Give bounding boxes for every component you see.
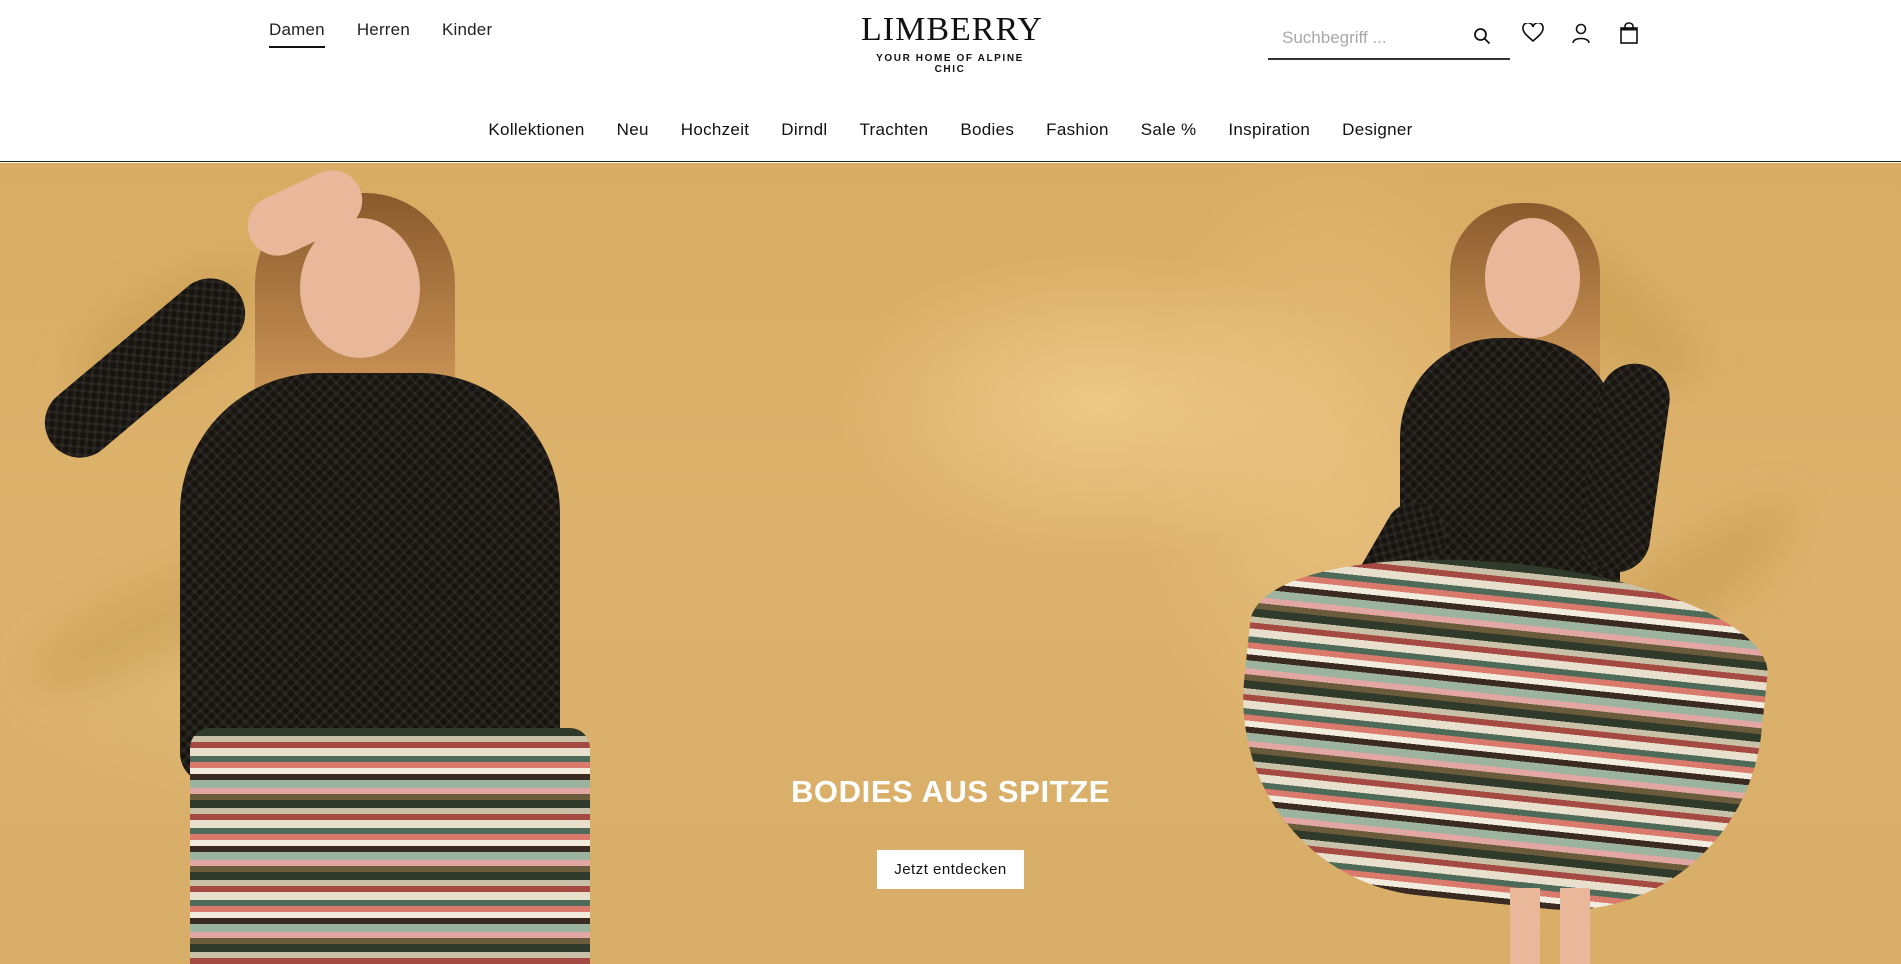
- main-nav-kollektionen[interactable]: Kollektionen: [488, 120, 584, 140]
- heart-icon[interactable]: [1520, 20, 1546, 46]
- main-nav-sale[interactable]: Sale %: [1141, 120, 1197, 140]
- main-nav-inspiration[interactable]: Inspiration: [1228, 120, 1310, 140]
- search-bar: [1268, 18, 1510, 60]
- main-nav-trachten[interactable]: Trachten: [860, 120, 929, 140]
- logo-tagline: YOUR HOME OF ALPINE CHIC: [876, 53, 1024, 75]
- logo[interactable]: LIMBERRY YOUR HOME OF ALPINE CHIC: [861, 11, 1043, 76]
- main-nav: Kollektionen Neu Hochzeit Dirndl Trachte…: [0, 120, 1901, 140]
- main-nav-neu[interactable]: Neu: [617, 120, 649, 140]
- logo-name: LIMBERRY: [861, 11, 1043, 48]
- main-nav-designer[interactable]: Designer: [1342, 120, 1412, 140]
- header-icons: [1520, 20, 1642, 46]
- main-nav-bodies[interactable]: Bodies: [960, 120, 1014, 140]
- hero-cta-button[interactable]: Jetzt entdecken: [877, 850, 1024, 889]
- main-nav-dirndl[interactable]: Dirndl: [781, 120, 827, 140]
- search-input[interactable]: [1268, 23, 1458, 53]
- shopping-bag-icon[interactable]: [1616, 20, 1642, 46]
- gender-nav-damen[interactable]: Damen: [269, 20, 325, 48]
- hero-title: BODIES AUS SPITZE: [790, 774, 1111, 809]
- main-nav-hochzeit[interactable]: Hochzeit: [681, 120, 750, 140]
- hero-content: BODIES AUS SPITZE Jetzt entdecken: [0, 774, 1901, 889]
- gender-nav-kinder[interactable]: Kinder: [442, 20, 492, 48]
- site-header: Damen Herren Kinder LIMBERRY YOUR HOME O…: [0, 0, 1901, 162]
- gender-nav-herren[interactable]: Herren: [357, 20, 410, 48]
- hero-banner[interactable]: BODIES AUS SPITZE Jetzt entdecken: [0, 163, 1901, 964]
- gender-nav: Damen Herren Kinder: [269, 20, 492, 48]
- main-nav-fashion[interactable]: Fashion: [1046, 120, 1109, 140]
- search-icon[interactable]: [1470, 24, 1494, 48]
- user-icon[interactable]: [1568, 20, 1594, 46]
